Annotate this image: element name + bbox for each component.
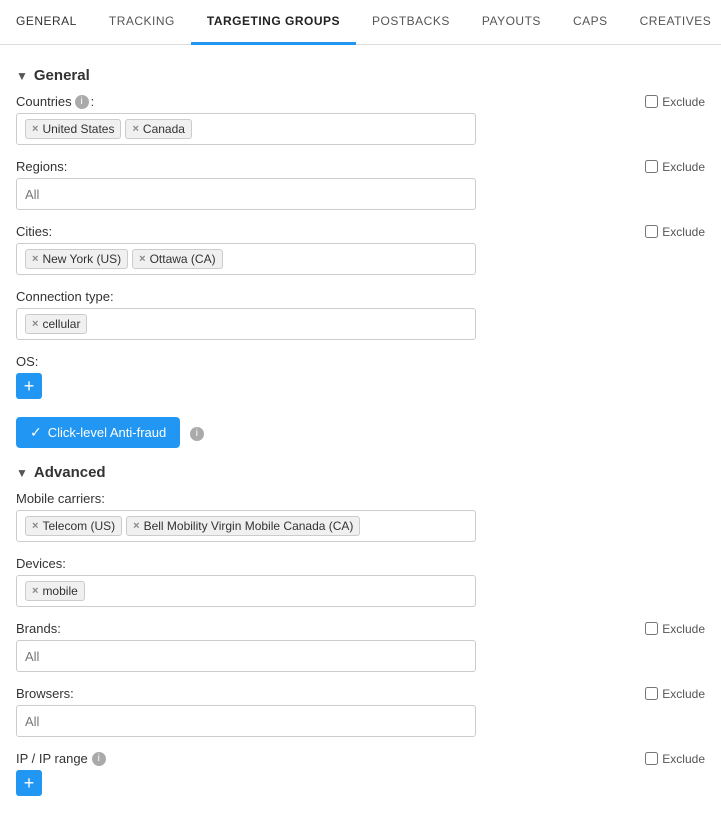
general-section-header[interactable]: ▼ General — [16, 67, 705, 84]
tag: ×mobile — [25, 581, 85, 601]
brands-value: All — [25, 649, 39, 664]
ip-range-exclude-label: Exclude — [662, 752, 705, 766]
countries-field: Countries i : Exclude ×United States×Can… — [16, 94, 705, 145]
connection-type-input[interactable]: ×cellular — [16, 308, 476, 340]
ip-range-field: IP / IP range i Exclude + — [16, 751, 705, 796]
nav-item-postbacks[interactable]: POSTBACKS — [356, 0, 466, 45]
general-section-title: General — [34, 67, 90, 84]
advanced-section-title: Advanced — [34, 464, 106, 481]
brands-label: Brands: — [16, 621, 61, 636]
anti-fraud-field: ✓ Click-level Anti-fraud i — [16, 413, 705, 448]
nav-item-targeting-groups[interactable]: TARGETING GROUPS — [191, 0, 356, 45]
devices-field: Devices: ×mobile — [16, 556, 705, 607]
browsers-input[interactable]: All — [16, 705, 476, 737]
cities-label: Cities: — [16, 224, 52, 239]
anti-fraud-button[interactable]: ✓ Click-level Anti-fraud — [16, 417, 180, 448]
os-label: OS: — [16, 354, 38, 369]
tag: ×Bell Mobility Virgin Mobile Canada (CA) — [126, 516, 360, 536]
countries-label: Countries — [16, 94, 72, 109]
countries-input[interactable]: ×United States×Canada — [16, 113, 476, 145]
advanced-arrow-icon: ▼ — [16, 466, 28, 480]
mobile-carriers-input[interactable]: ×Telecom (US)×Bell Mobility Virgin Mobil… — [16, 510, 476, 542]
general-arrow-icon: ▼ — [16, 69, 28, 83]
ip-range-exclude-checkbox[interactable] — [645, 752, 658, 765]
brands-exclude-checkbox[interactable] — [645, 622, 658, 635]
tag: ×Ottawa (CA) — [132, 249, 222, 269]
regions-label: Regions: — [16, 159, 67, 174]
anti-fraud-check-icon: ✓ — [30, 424, 42, 441]
tag: ×New York (US) — [25, 249, 128, 269]
devices-input[interactable]: ×mobile — [16, 575, 476, 607]
cities-exclude-checkbox[interactable] — [645, 225, 658, 238]
brands-field: Brands: Exclude All — [16, 621, 705, 672]
countries-exclude-label: Exclude — [662, 95, 705, 109]
browsers-field: Browsers: Exclude All — [16, 686, 705, 737]
cities-input[interactable]: ×New York (US)×Ottawa (CA) — [16, 243, 476, 275]
tag-remove-icon[interactable]: × — [32, 123, 38, 135]
regions-input[interactable]: All — [16, 178, 476, 210]
tag: ×Telecom (US) — [25, 516, 122, 536]
regions-exclude-checkbox[interactable] — [645, 160, 658, 173]
browsers-exclude-label: Exclude — [662, 687, 705, 701]
anti-fraud-info-icon[interactable]: i — [190, 427, 204, 441]
mobile-carriers-field: Mobile carriers: ×Telecom (US)×Bell Mobi… — [16, 491, 705, 542]
browsers-value: All — [25, 714, 39, 729]
ip-range-label: IP / IP range — [16, 751, 88, 766]
ip-range-add-button[interactable]: + — [16, 770, 42, 796]
brands-exclude-label: Exclude — [662, 622, 705, 636]
tag: ×Canada — [125, 119, 191, 139]
nav-item-caps[interactable]: CAPS — [557, 0, 624, 45]
advanced-section-header[interactable]: ▼ Advanced — [16, 464, 705, 481]
connection-type-label: Connection type: — [16, 289, 114, 304]
nav-item-tracking[interactable]: TRACKING — [93, 0, 191, 45]
countries-info-icon[interactable]: i — [75, 95, 89, 109]
tag: ×United States — [25, 119, 121, 139]
nav-item-general[interactable]: GENERAL — [0, 0, 93, 45]
tag-remove-icon[interactable]: × — [32, 253, 38, 265]
devices-label: Devices: — [16, 556, 66, 571]
tag-remove-icon[interactable]: × — [32, 318, 38, 330]
os-field: OS: + — [16, 354, 705, 399]
nav-item-creatives[interactable]: CREATIVES — [624, 0, 721, 45]
os-add-button[interactable]: + — [16, 373, 42, 399]
tag-remove-icon[interactable]: × — [32, 585, 38, 597]
regions-value: All — [25, 187, 39, 202]
browsers-exclude-checkbox[interactable] — [645, 687, 658, 700]
nav-item-payouts[interactable]: PAYOUTS — [466, 0, 557, 45]
ip-range-info-icon[interactable]: i — [92, 752, 106, 766]
top-nav: GENERALTRACKINGTARGETING GROUPSPOSTBACKS… — [0, 0, 721, 45]
tag-remove-icon[interactable]: × — [32, 520, 38, 532]
tag-remove-icon[interactable]: × — [139, 253, 145, 265]
main-content: ▼ General Countries i : Exclude ×United … — [0, 45, 721, 820]
regions-exclude-label: Exclude — [662, 160, 705, 174]
tag-remove-icon[interactable]: × — [133, 520, 139, 532]
tag-remove-icon[interactable]: × — [132, 123, 138, 135]
anti-fraud-label: Click-level Anti-fraud — [48, 425, 167, 440]
regions-field: Regions: Exclude All — [16, 159, 705, 210]
countries-exclude-checkbox[interactable] — [645, 95, 658, 108]
connection-type-field: Connection type: ×cellular — [16, 289, 705, 340]
brands-input[interactable]: All — [16, 640, 476, 672]
browsers-label: Browsers: — [16, 686, 74, 701]
tag: ×cellular — [25, 314, 87, 334]
mobile-carriers-label: Mobile carriers: — [16, 491, 105, 506]
cities-exclude-label: Exclude — [662, 225, 705, 239]
cities-field: Cities: Exclude ×New York (US)×Ottawa (C… — [16, 224, 705, 275]
